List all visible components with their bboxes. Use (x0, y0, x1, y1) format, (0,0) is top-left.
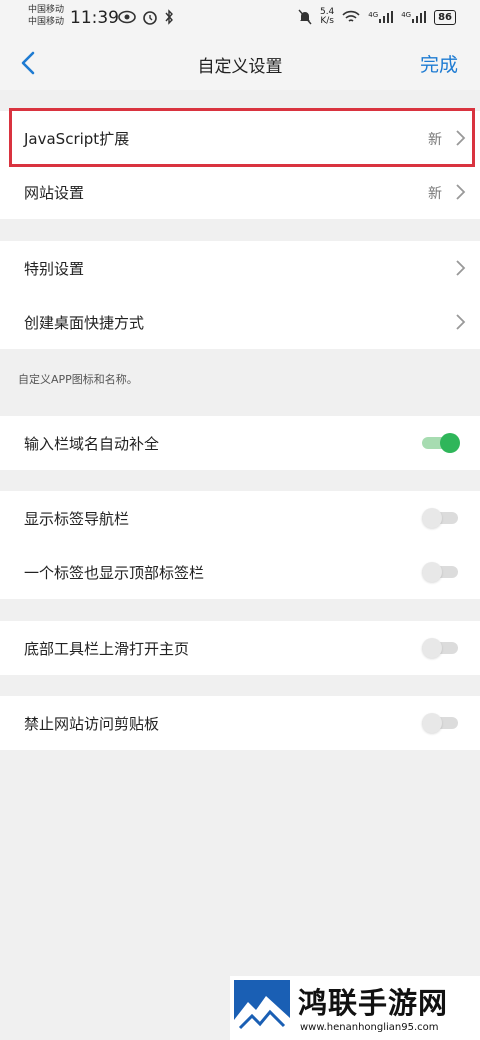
page-title: 自定义设置 (197, 57, 283, 77)
alarm-icon (143, 11, 157, 25)
item-label: 网站设置 (24, 184, 85, 202)
net-speed: 5.4 K/s (320, 8, 334, 26)
chevron-left-icon (21, 51, 35, 75)
single-tab-bar-toggle[interactable] (422, 562, 458, 582)
autocomplete-toggle[interactable] (422, 433, 460, 453)
done-button[interactable]: 完成 (420, 50, 458, 77)
bluetooth-icon (165, 9, 173, 25)
chevron-right-icon (456, 130, 466, 146)
javascript-extension-item[interactable]: JavaScript扩展 新 (0, 111, 480, 165)
signal-bars-icon (379, 11, 394, 23)
tab-nav-row: 显示标签导航栏 (0, 491, 480, 545)
item-label: 特别设置 (24, 260, 85, 278)
toggle-label: 输入栏域名自动补全 (24, 435, 160, 453)
desktop-shortcut-item[interactable]: 创建桌面快捷方式 (0, 295, 480, 349)
website-settings-item[interactable]: 网站设置 新 (0, 165, 480, 219)
chevron-right-icon (456, 184, 466, 200)
toggle-label: 一个标签也显示顶部标签栏 (24, 564, 205, 582)
mute-bell-icon (298, 9, 312, 25)
back-button[interactable] (14, 48, 46, 78)
settings-group-tabs: 显示标签导航栏 一个标签也显示顶部标签栏 (0, 491, 480, 599)
new-badge: 新 (428, 132, 442, 148)
swipe-home-row: 底部工具栏上滑打开主页 (0, 621, 480, 675)
chevron-right-icon (456, 260, 466, 276)
eye-icon (118, 10, 136, 24)
single-tab-bar-row: 一个标签也显示顶部标签栏 (0, 545, 480, 599)
carrier-labels: 中国移动 中国移动 (28, 4, 64, 28)
status-bar: 中国移动 中国移动 11:39 5.4 K/s 4G 4G 86 (0, 0, 480, 36)
signal-1: 4G (368, 11, 394, 23)
watermark-url: www.henanhonglian95.com (300, 1022, 439, 1033)
settings-group-extensions: JavaScript扩展 新 网站设置 新 (0, 111, 480, 219)
signal-2-label: 4G (401, 11, 412, 19)
clipboard-toggle[interactable] (422, 713, 458, 733)
signal-1-label: 4G (368, 11, 379, 19)
item-label: JavaScript扩展 (24, 130, 130, 148)
logo-icon (234, 980, 290, 1036)
toggle-label: 禁止网站访问剪贴板 (24, 715, 160, 733)
status-left-icons (118, 9, 174, 25)
signal-bars-icon (412, 11, 427, 23)
net-speed-unit: K/s (320, 16, 334, 26)
status-time: 11:39 (70, 8, 119, 28)
carrier-1: 中国移动 (28, 5, 65, 15)
clipboard-row: 禁止网站访问剪贴板 (0, 696, 480, 750)
swipe-home-toggle[interactable] (422, 638, 458, 658)
wifi-icon (342, 10, 360, 22)
nav-bar: 自定义设置 完成 (0, 36, 480, 90)
tab-nav-toggle[interactable] (422, 508, 458, 528)
site-watermark: 鸿联手游网 www.henanhonglian95.com (230, 976, 480, 1040)
toggle-label: 底部工具栏上滑打开主页 (24, 640, 190, 658)
carrier-2: 中国移动 (28, 17, 65, 27)
settings-group-clipboard: 禁止网站访问剪贴板 (0, 696, 480, 750)
settings-group-autocomplete: 输入栏域名自动补全 (0, 416, 480, 470)
special-settings-item[interactable]: 特别设置 (0, 241, 480, 295)
status-right-icons: 5.4 K/s 4G 4G 86 (298, 8, 456, 26)
autocomplete-row: 输入栏域名自动补全 (0, 416, 480, 470)
signal-2: 4G (401, 11, 427, 23)
battery-indicator: 86 (434, 9, 456, 25)
shortcut-footnote: 自定义APP图标和名称。 (18, 373, 138, 386)
settings-group-toolbar: 底部工具栏上滑打开主页 (0, 621, 480, 675)
item-label: 创建桌面快捷方式 (24, 314, 145, 332)
settings-group-special: 特别设置 创建桌面快捷方式 (0, 241, 480, 349)
watermark-name: 鸿联手游网 (298, 986, 449, 1020)
chevron-right-icon (456, 314, 466, 330)
toggle-label: 显示标签导航栏 (24, 510, 130, 528)
new-badge: 新 (428, 186, 442, 202)
